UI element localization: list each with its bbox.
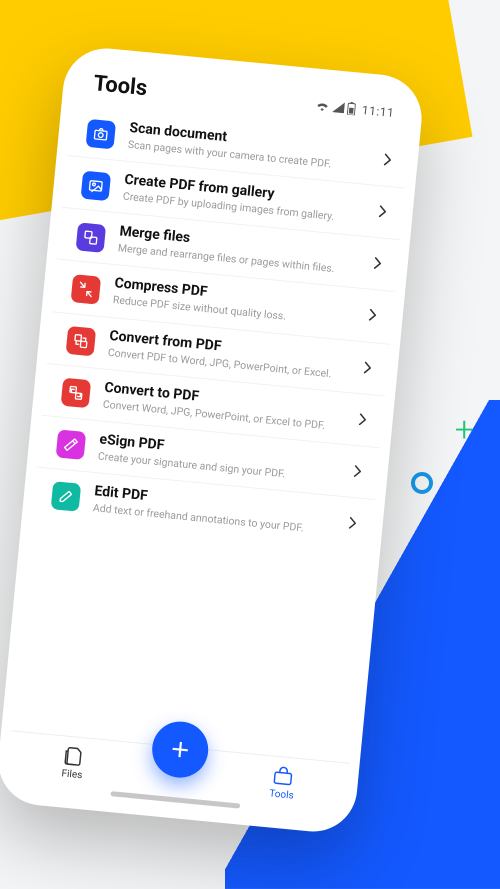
chevron-right-icon — [383, 150, 393, 170]
edit-icon — [51, 482, 82, 513]
page-title: Tools — [92, 71, 148, 101]
battery-icon — [346, 102, 355, 116]
chevron-right-icon — [358, 410, 368, 430]
plus-icon — [166, 735, 194, 763]
compress-icon — [71, 274, 102, 305]
phone-screen: Tools 11:11 Scan document Scan — [5, 55, 414, 824]
tool-list: Scan document Scan pages with your camer… — [11, 98, 410, 763]
sign-icon — [56, 430, 87, 461]
convert-from-icon — [66, 326, 97, 357]
convert-to-icon — [61, 378, 92, 409]
nav-tab-tools[interactable]: Tools — [269, 764, 297, 801]
cellular-signal-icon — [332, 101, 345, 113]
nav-tab-tools-label: Tools — [269, 788, 294, 801]
chevron-right-icon — [353, 462, 363, 482]
gallery-icon — [81, 170, 112, 201]
circle-decoration-icon — [411, 472, 433, 494]
files-icon — [61, 744, 87, 768]
chevron-right-icon — [373, 254, 383, 274]
camera-icon — [86, 118, 117, 149]
merge-icon — [76, 222, 107, 253]
status-bar-indicators: 11:11 — [315, 98, 395, 120]
home-indicator — [110, 791, 240, 808]
nav-tab-files-label: Files — [61, 768, 83, 781]
phone-frame: Tools 11:11 Scan document Scan — [0, 44, 426, 835]
chevron-right-icon — [368, 306, 378, 326]
chevron-right-icon — [348, 514, 358, 534]
nav-tab-files[interactable]: Files — [59, 744, 86, 781]
plus-decoration-icon: + — [455, 410, 474, 450]
wifi-icon — [315, 100, 330, 112]
tools-icon — [270, 764, 296, 788]
status-time: 11:11 — [361, 103, 395, 120]
chevron-right-icon — [378, 202, 388, 222]
chevron-right-icon — [363, 358, 373, 378]
